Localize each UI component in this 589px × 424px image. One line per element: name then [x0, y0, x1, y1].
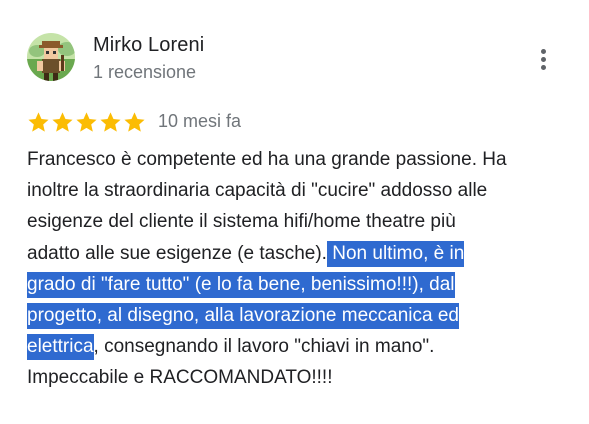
selected-text: elettrica: [27, 334, 94, 361]
review-text-line: grado di "fare tutto" (e lo fa bene, ben…: [27, 269, 567, 300]
avatar-cartoon-icon: [27, 33, 75, 81]
selected-text: grado di "fare tutto" (e lo fa bene, ben…: [27, 271, 455, 298]
review-text-line: Francesco è competente ed ha una grande …: [27, 149, 507, 170]
review-card: Mirko Loreni 1 recensione 10 mesi fa Fra…: [0, 0, 589, 424]
review-date: 10 mesi fa: [158, 111, 242, 131]
star-icon: [124, 112, 145, 132]
star-icon: [28, 112, 49, 132]
star-icon: [76, 112, 97, 132]
author-name[interactable]: Mirko Loreni: [93, 34, 204, 57]
author-review-count[interactable]: 1 recensione: [93, 62, 196, 83]
more-options-button[interactable]: [530, 44, 558, 76]
review-text: Francesco è competente ed ha una grande …: [27, 144, 567, 394]
review-text-line: esigenze del cliente il sistema hifi/hom…: [27, 211, 456, 233]
selected-text: Non ultimo, è in: [326, 240, 465, 267]
star-icon: [52, 112, 73, 132]
more-vertical-icon-dot: [541, 65, 546, 70]
selected-text: progetto, al disegno, alla lavorazione m…: [27, 302, 459, 329]
star-icon: [100, 112, 121, 132]
review-text-line: adatto alle sue esigenze (e tasche). Non…: [27, 238, 567, 269]
review-text-line: progetto, al disegno, alla lavorazione m…: [27, 300, 567, 331]
review-text-segment: , consegnando il lavoro "chiavi in mano"…: [93, 336, 435, 358]
review-text-line: Impeccabile e RACCOMANDATO!!!!: [27, 367, 333, 389]
more-vertical-icon-dot: [541, 57, 546, 62]
review-text-line: inoltre la straordinaria capacità di "cu…: [27, 180, 488, 202]
review-text-line: elettrica, consegnando il lavoro "chiavi…: [27, 331, 567, 362]
star-rating: [27, 110, 147, 136]
avatar[interactable]: [27, 33, 75, 81]
review-text-segment: adatto alle sue esigenze (e tasche).: [27, 242, 327, 264]
more-vertical-icon: [541, 49, 546, 54]
